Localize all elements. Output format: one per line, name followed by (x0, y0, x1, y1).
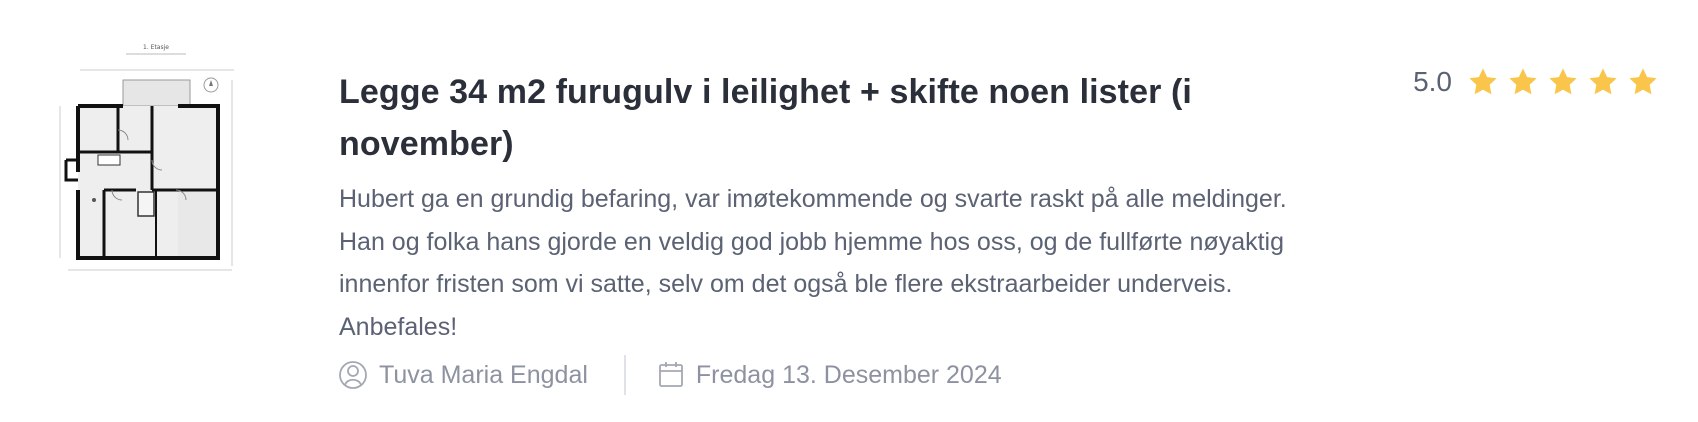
floor-plan-thumbnail[interactable]: 1. Etasje (56, 40, 256, 288)
calendar-icon (659, 362, 683, 387)
review-rating: 5.0 (1413, 66, 1660, 98)
review-card: 1. Etasje Legge 34 m2 furugulv i leiligh… (0, 0, 1698, 422)
star-icon (1629, 68, 1657, 95)
floor-plan-image: 1. Etasje (59, 44, 234, 271)
star-icon (1469, 68, 1497, 95)
review-text: Hubert ga en grundig befaring, var imøte… (339, 185, 1287, 341)
review-content: Legge 34 m2 furugulv i leilighet + skift… (339, 66, 1339, 348)
rating-value: 5.0 (1413, 66, 1452, 97)
star-icon (1509, 68, 1537, 95)
review-meta: Tuva Maria Engdal Fredag 13. Desember 20… (339, 352, 1002, 398)
user-icon (339, 361, 367, 389)
floor-plan-label: 1. Etasje (143, 44, 169, 51)
date-text: Fredag 13. Desember 2024 (695, 360, 1002, 389)
author-name: Tuva Maria Engdal (379, 360, 588, 389)
review-title: Legge 34 m2 furugulv i leilighet + skift… (339, 73, 1192, 163)
meta-divider (623, 355, 626, 395)
review-date: Fredag 13. Desember 2024 (658, 361, 1002, 390)
star-icon (1589, 68, 1617, 95)
rating-stars (1460, 66, 1660, 98)
review-author: Tuva Maria Engdal (339, 359, 588, 391)
star-icon (1549, 68, 1577, 95)
